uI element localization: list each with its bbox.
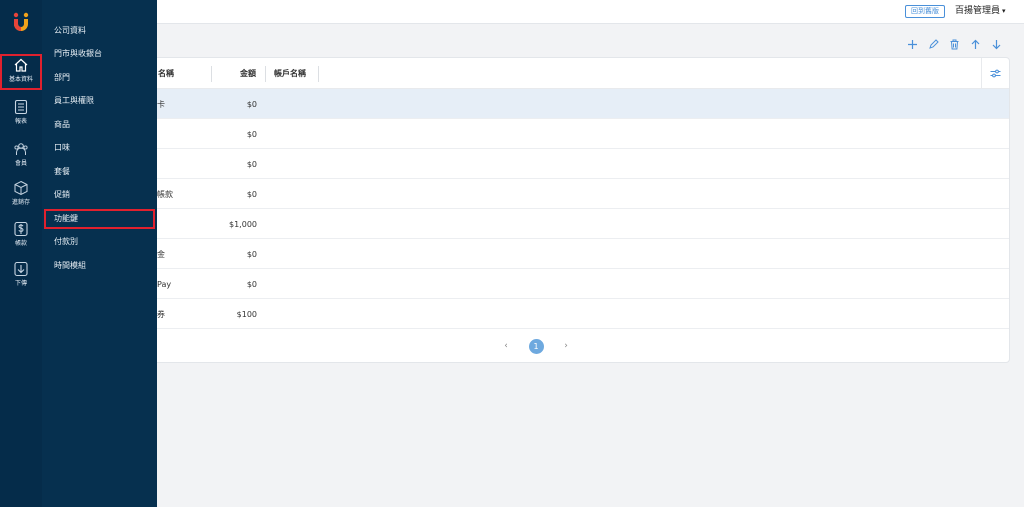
cell-amount: $0	[246, 280, 257, 289]
submenu-item-function-keys[interactable]: 功能鍵	[44, 209, 155, 229]
next-page-button[interactable]: ›	[561, 341, 571, 351]
sidebar-item-label: 報表	[14, 118, 27, 125]
back-to-old-version-button[interactable]: 回到舊版	[905, 5, 945, 18]
submenu-item-combos[interactable]: 套餐	[42, 162, 157, 182]
prev-page-button[interactable]: ‹	[501, 341, 511, 351]
caret-down-icon: ▾	[1002, 7, 1006, 15]
page-number-current[interactable]: 1	[528, 338, 544, 354]
submenu-item-staff-and-permissions[interactable]: 員工與權限	[42, 91, 157, 111]
submenu-item-company-info[interactable]: 公司資料	[42, 21, 157, 41]
main-sidebar: 基本資料 報表 會員 進銷存 帳款 下傳	[0, 0, 42, 507]
arrow-down-icon[interactable]	[989, 36, 1004, 52]
table-row[interactable]: $1,000	[141, 209, 1009, 239]
sidebar-item-download[interactable]: 下傳	[0, 259, 42, 295]
sidebar-item-label: 基本資料	[8, 76, 33, 83]
table-row[interactable]: 帳款 $0	[141, 179, 1009, 209]
column-header-name[interactable]: 名稱	[158, 68, 174, 80]
basic-data-submenu: 公司資料 門市與收銀台 部門 員工與權限 商品 口味 套餐 促銷 功能鍵 付款別…	[42, 0, 157, 507]
column-header-account-name[interactable]: 帳戶名稱	[274, 68, 306, 80]
sidebar-item-label: 進銷存	[11, 199, 30, 206]
cell-name: 金	[157, 250, 165, 259]
submenu-item-products[interactable]: 商品	[42, 115, 157, 135]
submenu-item-stores-and-registers[interactable]: 門市與收銀台	[42, 44, 157, 64]
members-icon	[14, 143, 28, 155]
cell-name: 卡	[157, 100, 165, 109]
home-icon	[14, 58, 28, 72]
data-table-card: 名稱 金額 帳戶名稱 卡 $0 $0 $0 帳款 $0 $1,000 金 $0 …	[140, 57, 1010, 363]
arrow-up-icon[interactable]	[968, 36, 983, 52]
report-icon	[14, 99, 28, 115]
table-row[interactable]: $0	[141, 119, 1009, 149]
table-header: 名稱 金額 帳戶名稱	[141, 58, 1009, 89]
brand-logo-icon	[13, 12, 29, 31]
sidebar-item-label: 帳款	[14, 240, 27, 247]
submenu-item-promotions[interactable]: 促銷	[42, 185, 157, 205]
cell-amount: $0	[246, 250, 257, 259]
inventory-box-icon	[14, 180, 28, 196]
trash-icon[interactable]	[947, 36, 962, 52]
cell-amount: $100	[236, 310, 257, 319]
cell-amount: $0	[246, 160, 257, 169]
cell-amount: $0	[246, 100, 257, 109]
table-row[interactable]: Pay $0	[141, 269, 1009, 299]
table-row[interactable]: 金 $0	[141, 239, 1009, 269]
cell-name: 券	[157, 310, 165, 319]
pencil-icon[interactable]	[926, 36, 941, 52]
submenu-item-departments[interactable]: 部門	[42, 68, 157, 88]
cell-name: 帳款	[157, 190, 173, 199]
sidebar-item-label: 下傳	[14, 280, 27, 287]
table-row[interactable]: 券 $100	[141, 299, 1009, 329]
column-divider	[211, 66, 212, 82]
sidebar-item-basic-data[interactable]: 基本資料	[0, 54, 42, 90]
cell-amount: $0	[246, 130, 257, 139]
admin-name: 百揚管理員	[955, 6, 1001, 16]
column-divider	[318, 66, 319, 82]
submenu-item-flavors[interactable]: 口味	[42, 138, 157, 158]
column-divider	[265, 66, 266, 82]
sidebar-item-members[interactable]: 會員	[0, 139, 42, 175]
download-icon	[14, 261, 28, 277]
sidebar-item-reports[interactable]: 報表	[0, 97, 42, 133]
cell-amount: $1,000	[229, 220, 257, 229]
pagination: ‹ 1 ›	[501, 338, 571, 354]
admin-user-menu[interactable]: 百揚管理員 ▾	[955, 5, 1006, 18]
dollar-icon	[14, 221, 28, 237]
plus-icon[interactable]	[905, 36, 920, 52]
table-row[interactable]: $0	[141, 149, 1009, 179]
submenu-item-time-modules[interactable]: 時間模組	[42, 256, 157, 276]
sidebar-item-label: 會員	[14, 160, 27, 167]
table-toolbar	[905, 36, 1004, 54]
sidebar-item-inventory[interactable]: 進銷存	[0, 178, 42, 214]
column-header-amount[interactable]: 金額	[240, 68, 256, 80]
column-settings-icon[interactable]	[981, 58, 1009, 89]
cell-name: Pay	[157, 280, 172, 289]
table-row[interactable]: 卡 $0	[141, 89, 1009, 119]
sidebar-item-accounts[interactable]: 帳款	[0, 219, 42, 255]
cell-amount: $0	[246, 190, 257, 199]
submenu-item-payment-types[interactable]: 付款別	[42, 232, 157, 252]
